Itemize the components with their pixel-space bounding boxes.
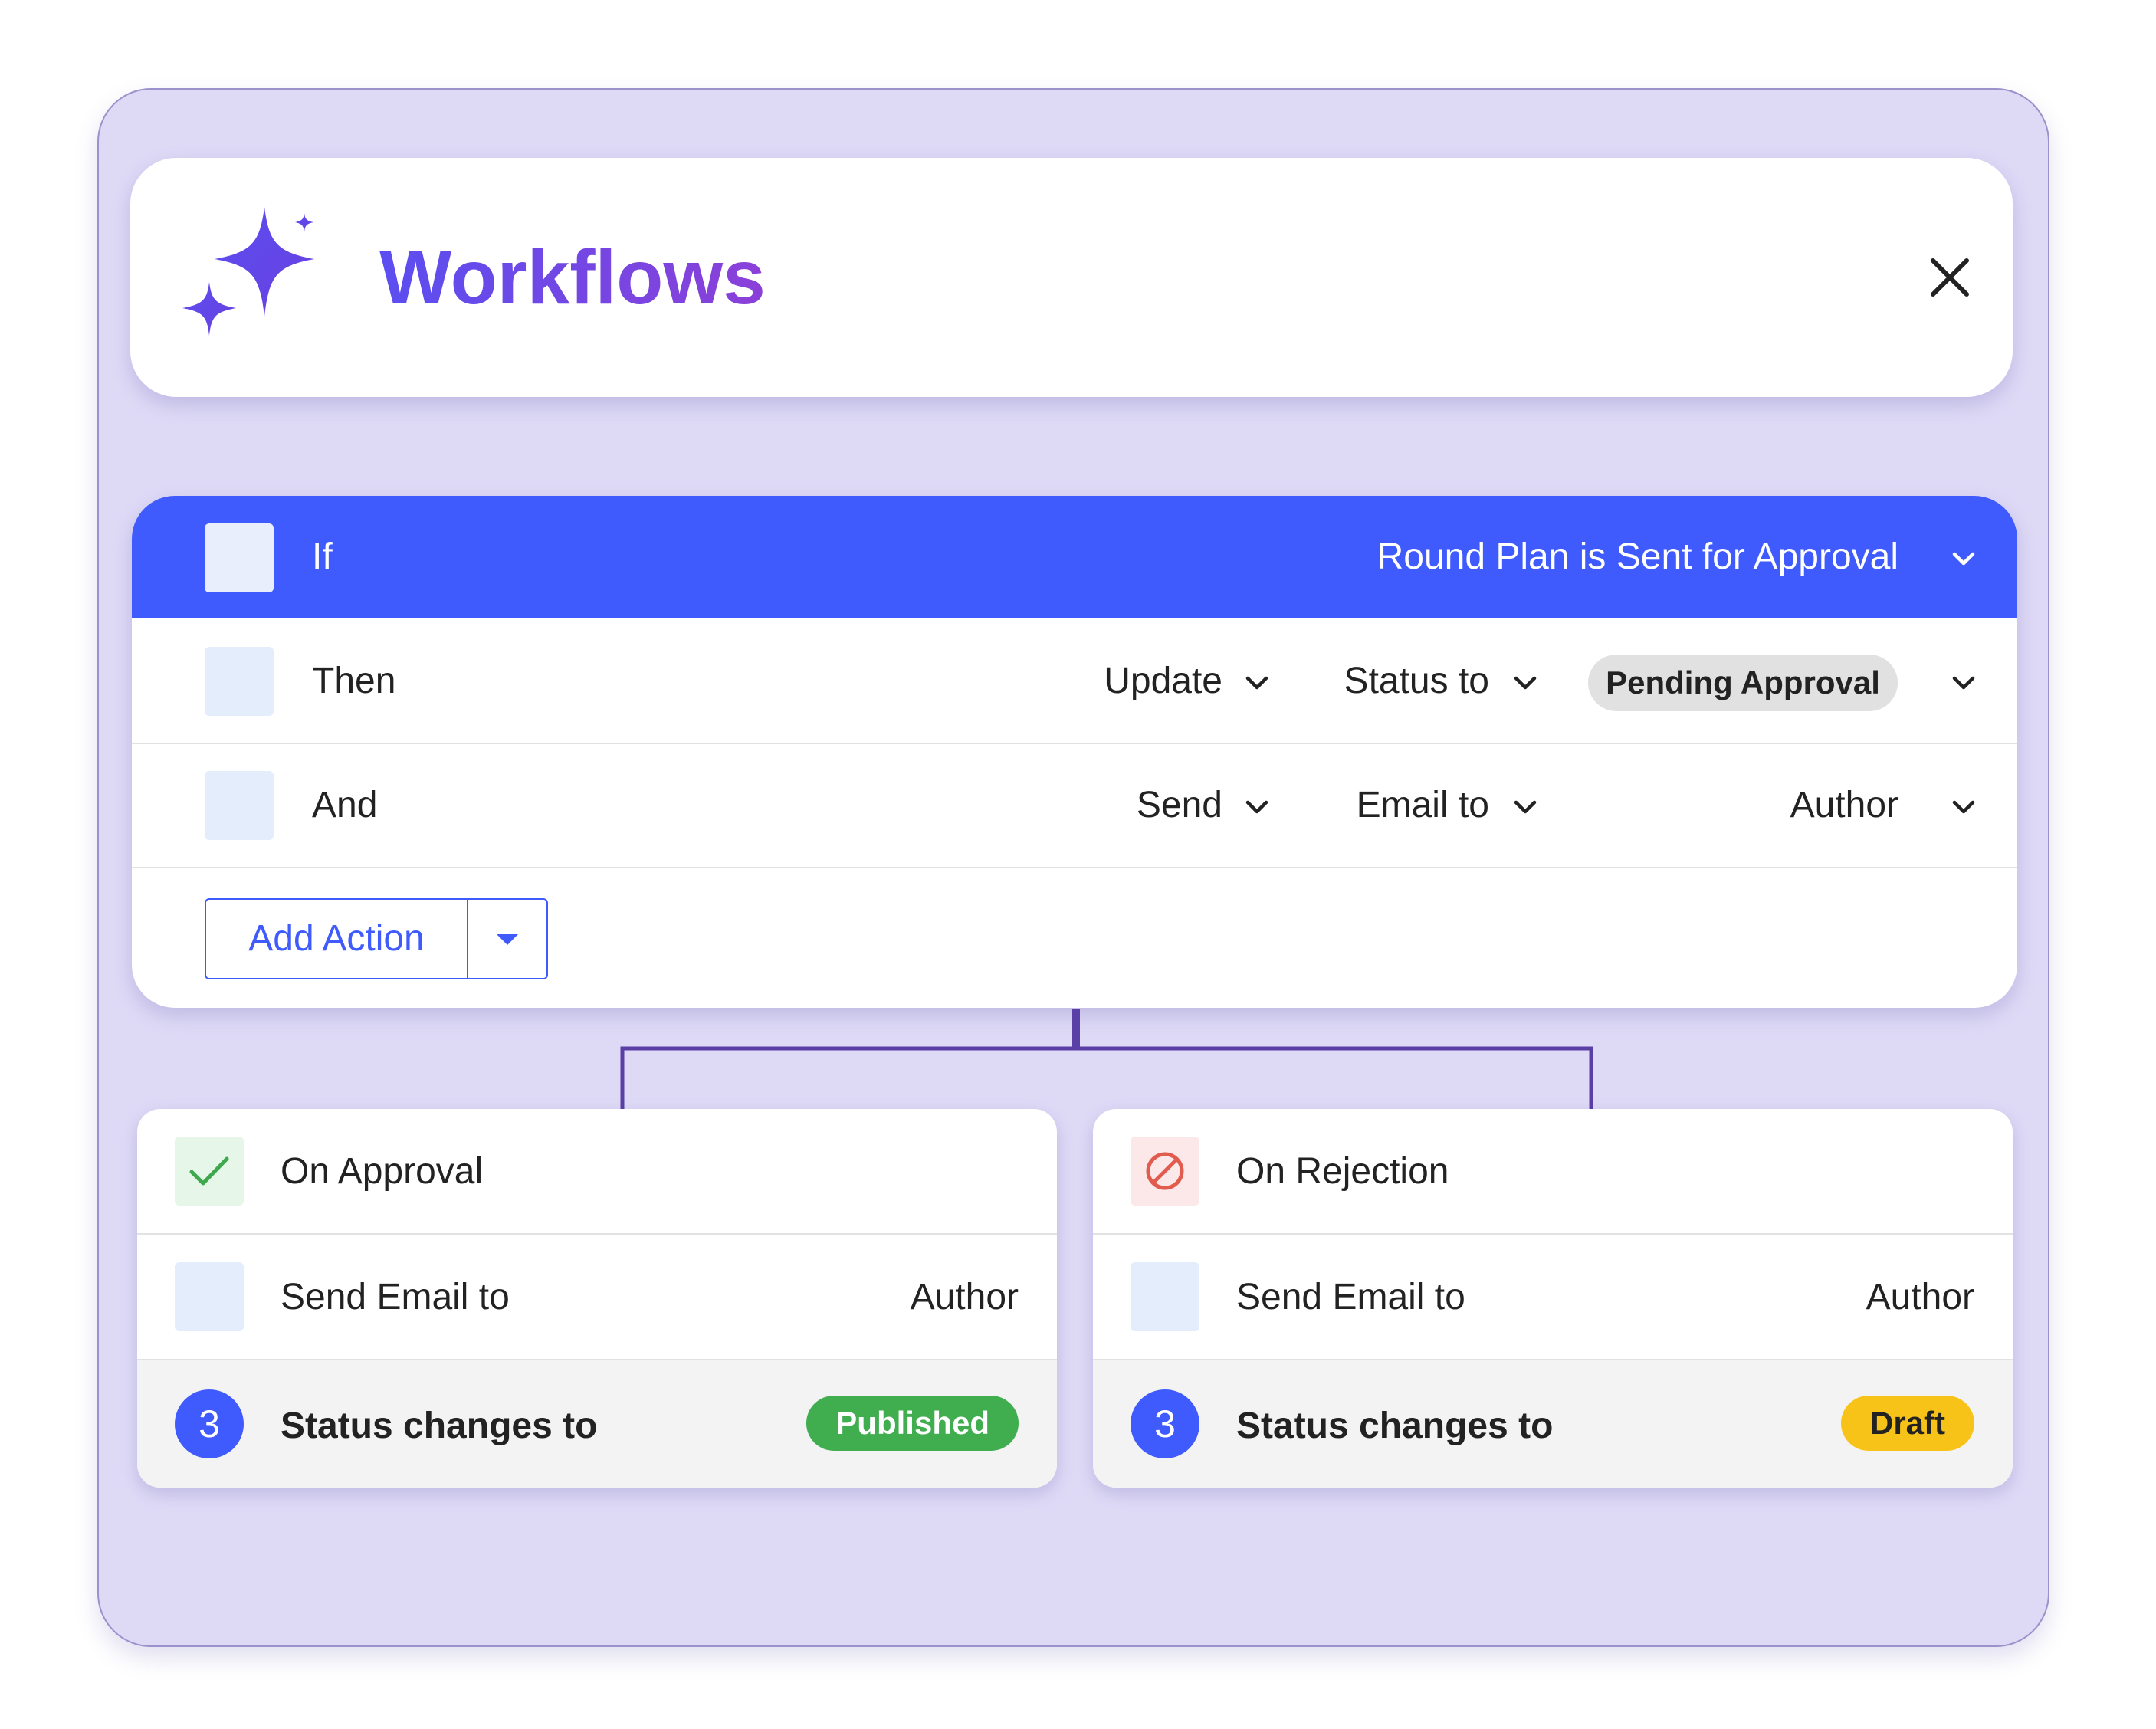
approval-status-row: 3 Status changes to Published: [137, 1360, 1057, 1488]
chevron-down-icon[interactable]: [1951, 799, 1976, 815]
rejection-header-row: On Rejection: [1093, 1109, 2013, 1235]
if-row-checkbox[interactable]: [205, 523, 274, 592]
approval-header-row: On Approval: [137, 1109, 1057, 1235]
add-action-button[interactable]: Add Action: [206, 900, 467, 978]
chevron-down-icon[interactable]: [1245, 675, 1269, 691]
action-dropdown-value[interactable]: Update: [1104, 660, 1222, 703]
if-condition-row: If Round Plan is Sent for Approval: [132, 496, 2017, 618]
approval-branch-card: On Approval Send Email to Author 3 Statu…: [137, 1109, 1057, 1488]
and-action-row: And Send Email to Author: [132, 744, 2017, 868]
caret-down-icon[interactable]: [468, 900, 546, 978]
and-label: And: [312, 785, 378, 825]
rejection-email-checkbox[interactable]: [1131, 1262, 1199, 1331]
chevron-down-icon[interactable]: [1513, 675, 1537, 691]
sparkles-icon: [182, 207, 314, 336]
approval-icon-box: [175, 1137, 244, 1206]
target-dropdown-value[interactable]: Email to: [1357, 784, 1489, 827]
rejection-branch-card: On Rejection Send Email to Author 3 Stat…: [1093, 1109, 2013, 1488]
rejection-email-recipient: Author: [1866, 1277, 1974, 1317]
approval-title: On Approval: [281, 1151, 484, 1192]
recipient-dropdown-value[interactable]: Author: [1790, 784, 1898, 827]
status-badge-published: Published: [806, 1396, 1019, 1451]
approval-email-label: Send Email to: [281, 1277, 510, 1317]
step-number-badge: 3: [175, 1389, 244, 1458]
rejection-title: On Rejection: [1236, 1151, 1449, 1192]
close-icon[interactable]: [1916, 244, 1984, 311]
approval-email-checkbox[interactable]: [175, 1262, 244, 1331]
target-dropdown-value[interactable]: Status to: [1344, 660, 1489, 703]
block-icon: [1146, 1152, 1184, 1190]
then-row-checkbox[interactable]: [205, 647, 274, 716]
workflows-header: Workflows: [130, 158, 2013, 397]
approval-email-row: Send Email to Author: [137, 1235, 1057, 1360]
rejection-status-label: Status changes to: [1236, 1406, 1554, 1446]
chevron-down-icon[interactable]: [1951, 675, 1976, 691]
and-row-checkbox[interactable]: [205, 771, 274, 840]
step-number-badge: 3: [1131, 1389, 1199, 1458]
check-icon: [189, 1156, 229, 1186]
add-action-split-button: Add Action: [205, 898, 548, 979]
status-badge-draft: Draft: [1840, 1396, 1974, 1451]
chevron-down-icon[interactable]: [1951, 551, 1976, 566]
action-dropdown-value[interactable]: Send: [1137, 784, 1222, 827]
trigger-dropdown-value[interactable]: Round Plan is Sent for Approval: [1377, 536, 1898, 579]
rejection-icon-box: [1131, 1137, 1199, 1206]
then-label: Then: [312, 661, 396, 701]
approval-status-label: Status changes to: [281, 1406, 598, 1446]
then-action-row: Then Update Status to Pending Approval: [132, 620, 2017, 744]
status-value-pill[interactable]: Pending Approval: [1588, 655, 1898, 711]
chevron-down-icon[interactable]: [1513, 799, 1537, 815]
rejection-email-row: Send Email to Author: [1093, 1235, 2013, 1360]
workflow-rules-card: If Round Plan is Sent for Approval Then …: [132, 496, 2017, 1008]
rejection-status-row: 3 Status changes to Draft: [1093, 1360, 2013, 1488]
approval-email-recipient: Author: [910, 1277, 1019, 1317]
if-label: If: [312, 536, 333, 577]
page-title: Workflows: [379, 235, 766, 320]
chevron-down-icon[interactable]: [1245, 799, 1269, 815]
rejection-email-label: Send Email to: [1236, 1277, 1465, 1317]
